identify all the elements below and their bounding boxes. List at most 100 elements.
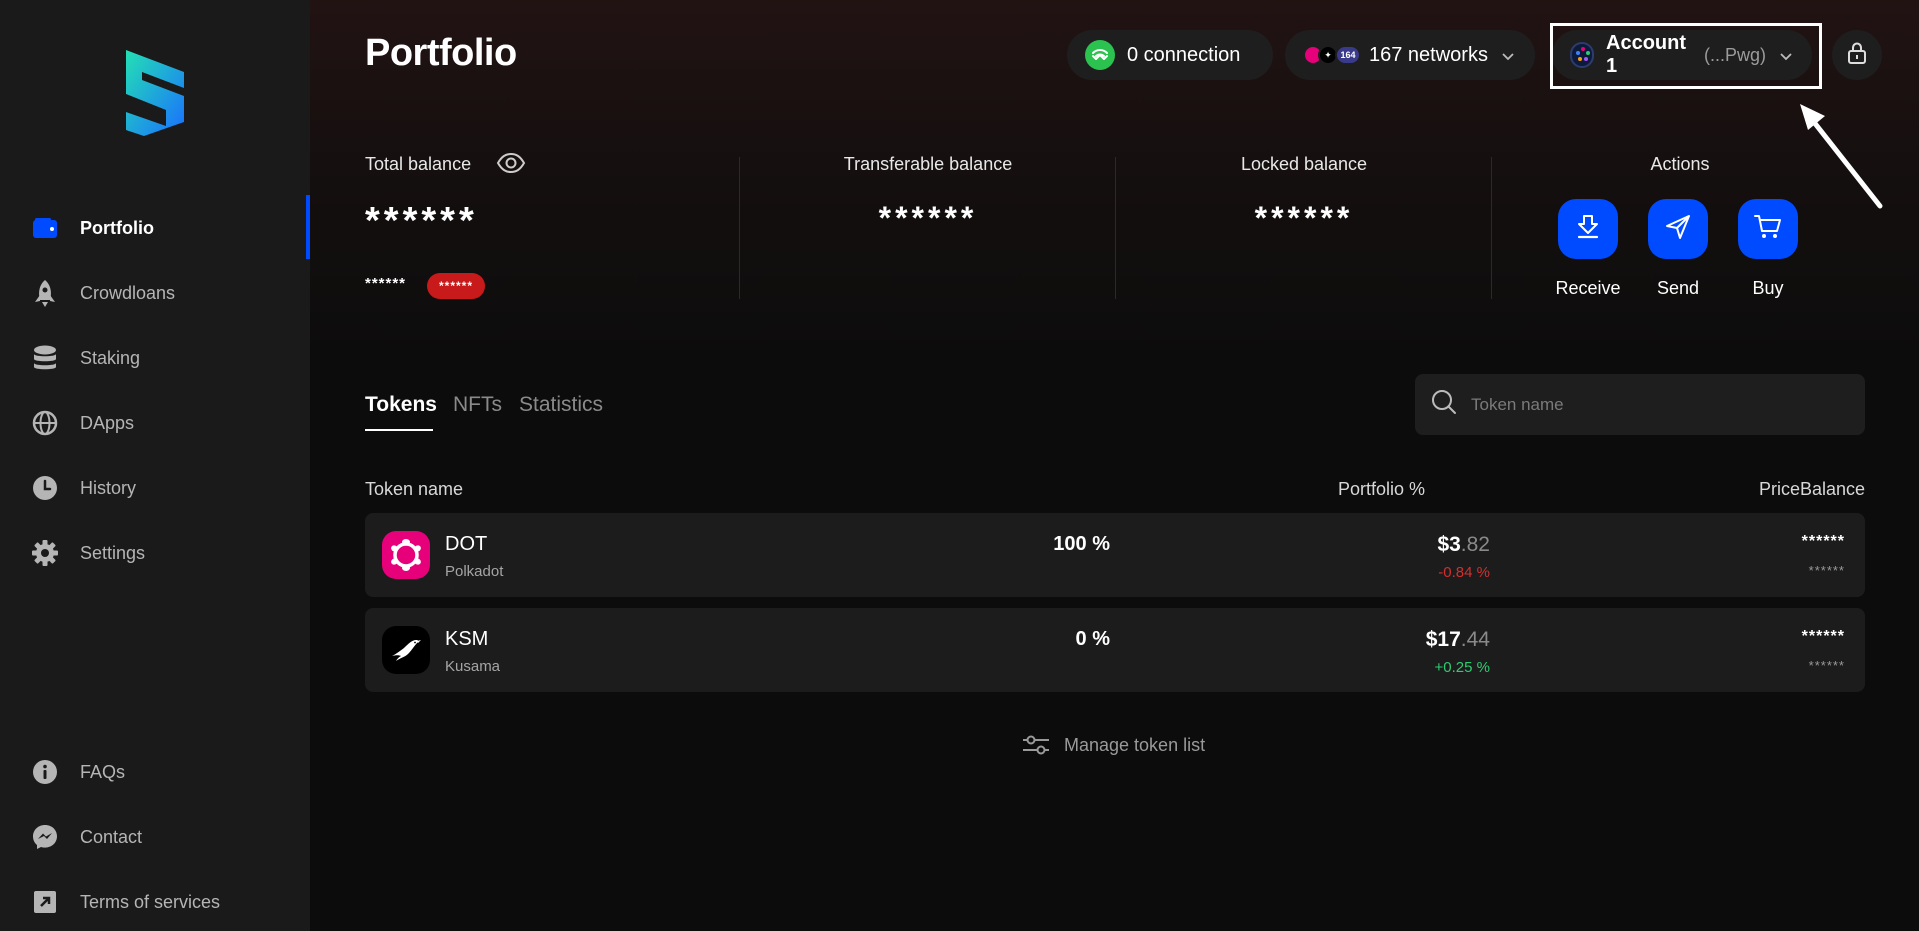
search-icon [1431, 389, 1457, 420]
token-balance: ****** [1801, 533, 1845, 550]
token-price-change: +0.25 % [1434, 659, 1490, 676]
page-title: Portfolio [365, 32, 517, 74]
lock-button[interactable] [1832, 30, 1882, 80]
receive-label: Receive [1555, 278, 1621, 298]
manage-token-list-button[interactable]: Manage token list [1022, 734, 1205, 756]
sidebar-item-staking[interactable]: Staking [0, 336, 310, 380]
kusama-logo-icon [382, 626, 430, 674]
database-icon [30, 343, 60, 373]
sidebar-item-label: Settings [80, 542, 146, 563]
sidebar-item-terms[interactable]: Terms of services [0, 880, 310, 924]
sidebar-item-history[interactable]: History [0, 466, 310, 510]
networks-button[interactable]: ✦ 164 167 networks [1285, 30, 1535, 80]
messenger-icon [30, 822, 60, 852]
cart-icon [1754, 214, 1782, 245]
header-balance: Balance [1799, 479, 1865, 499]
sidebar-item-label: Staking [80, 347, 141, 368]
receive-button[interactable] [1558, 199, 1618, 259]
sidebar-item-contact[interactable]: Contact [0, 815, 310, 859]
tab-nfts[interactable]: NFTs [453, 393, 502, 417]
chevron-down-icon [1780, 44, 1792, 67]
sidebar-item-label: Crowdloans [80, 282, 176, 303]
connection-label: 0 connection [1127, 43, 1241, 66]
active-tab-underline [365, 429, 433, 431]
tab-statistics[interactable]: Statistics [519, 393, 603, 417]
subwallet-logo [126, 50, 184, 136]
table-row[interactable]: KSM Kusama 0 % $17.44 +0.25 % ****** ***… [365, 608, 1865, 692]
account-selector[interactable]: Account 1 (...Pwg) [1552, 30, 1812, 80]
buy-label: Buy [1752, 278, 1784, 298]
sidebar-item-label: FAQs [80, 761, 126, 782]
total-balance-value: ****** [365, 200, 478, 242]
sidebar-item-label: DApps [80, 412, 135, 433]
polkadot-logo-icon [382, 531, 430, 579]
send-icon [1665, 214, 1691, 245]
more-networks-badge: 164 [1335, 45, 1361, 65]
send-button[interactable] [1648, 199, 1708, 259]
token-price: $17.44 [1426, 628, 1490, 652]
rocket-icon [30, 278, 60, 308]
token-search [1415, 374, 1865, 435]
token-price-integer: $3 [1437, 533, 1461, 556]
network-icons: ✦ 164 [1303, 43, 1361, 67]
send-label: Send [1656, 278, 1700, 298]
account-avatar [1570, 42, 1595, 68]
gear-icon [30, 538, 60, 568]
sidebar-item-label: History [80, 477, 137, 498]
annotation-arrow [1800, 104, 1883, 209]
sidebar-item-label: Portfolio [80, 217, 154, 238]
buy-button[interactable] [1738, 199, 1798, 259]
token-symbol: KSM [445, 628, 489, 650]
info-icon [30, 757, 60, 787]
total-balance-sub-value: ****** [365, 275, 407, 292]
sidebar-item-faqs[interactable]: FAQs [0, 750, 310, 794]
token-balance-value: ****** [1808, 658, 1845, 673]
sidebar-item-settings[interactable]: Settings [0, 531, 310, 575]
sidebar-item-dapps[interactable]: DApps [0, 401, 310, 445]
token-balance: ****** [1801, 628, 1845, 645]
header-portfolio: Portfolio % [1337, 479, 1425, 499]
transferable-balance-value: ****** [878, 200, 978, 236]
chevron-down-icon [1502, 44, 1514, 67]
sidebar-item-label: Terms of services [80, 891, 221, 912]
table-row[interactable]: DOT Polkadot 100 % $3.82 -0.84 % ****** … [365, 513, 1865, 597]
token-symbol: DOT [445, 533, 488, 555]
lock-icon [1847, 41, 1867, 69]
account-name: Account 1 [1606, 32, 1687, 77]
external-link-icon [30, 887, 60, 917]
token-name: Polkadot [445, 563, 504, 580]
token-name: Kusama [445, 658, 501, 675]
sidebar-item-label: Contact [80, 826, 143, 847]
tab-tokens[interactable]: Tokens [365, 393, 437, 417]
sidebar: Portfolio Crowdloans Staking DApps Histo… [0, 0, 310, 931]
token-portfolio-percent: 0 % [1075, 628, 1110, 650]
main-content: Portfolio 0 connection ✦ 164 167 network… [310, 0, 1919, 931]
header-token-name: Token name [365, 479, 464, 499]
total-balance-label: Total balance [365, 154, 472, 174]
token-price-decimal: .44 [1460, 628, 1490, 651]
eye-icon[interactable] [496, 152, 526, 179]
walletconnect-icon [1085, 40, 1115, 70]
token-balance-value: ****** [1808, 563, 1845, 578]
transferable-balance-label: Transferable balance [843, 154, 1013, 174]
divider [1491, 157, 1492, 299]
clock-icon [30, 473, 60, 503]
globe-icon [30, 408, 60, 438]
token-price-change: -0.84 % [1438, 564, 1490, 581]
connection-button[interactable]: 0 connection [1067, 30, 1273, 80]
search-input[interactable] [1471, 394, 1831, 415]
locked-balance-value: ****** [1254, 200, 1354, 236]
token-price-integer: $17 [1425, 628, 1461, 651]
networks-label: 167 networks [1369, 43, 1488, 66]
sidebar-item-portfolio[interactable]: Portfolio [0, 206, 310, 250]
header-price: Price [1758, 479, 1800, 499]
sidebar-item-crowdloans[interactable]: Crowdloans [0, 271, 310, 315]
token-price-decimal: .82 [1460, 533, 1490, 556]
token-price: $3.82 [1437, 533, 1490, 557]
wallet-icon [30, 213, 60, 243]
locked-balance-label: Locked balance [1240, 154, 1368, 174]
manage-token-list-label: Manage token list [1064, 734, 1206, 755]
sliders-icon [1023, 735, 1049, 755]
change-badge: ****** [427, 273, 485, 299]
receive-icon [1575, 214, 1601, 245]
